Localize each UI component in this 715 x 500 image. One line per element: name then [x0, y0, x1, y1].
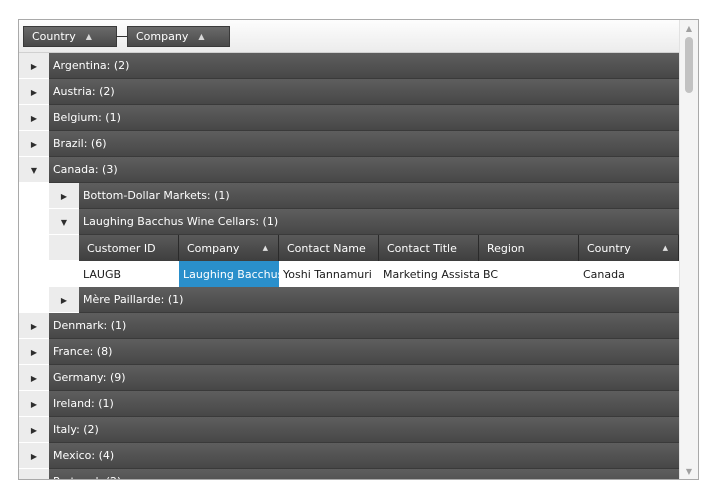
- group-row: ▶ Italy: (2): [19, 417, 680, 443]
- expand-toggle-collapsed-icon[interactable]: ▶: [19, 469, 49, 480]
- group-row: ▶ Denmark: (1): [19, 313, 680, 339]
- group-header-argentina[interactable]: Argentina: (2): [49, 53, 680, 79]
- cell-contact-title[interactable]: Marketing Assistant: [379, 261, 479, 287]
- group-row: ▶ Mère Paillarde: (1): [19, 287, 680, 313]
- group-header-bottom-dollar-markets[interactable]: Bottom-Dollar Markets: (1): [79, 183, 680, 209]
- row-indent-gutter: [19, 209, 49, 235]
- expand-toggle-expanded-icon[interactable]: ▼: [49, 209, 79, 235]
- expand-toggle-expanded-icon[interactable]: ▼: [19, 157, 49, 183]
- table-row[interactable]: LAUGBLaughing Bacchus Wine CellarsYoshi …: [19, 261, 680, 287]
- sort-ascending-icon: ▲: [262, 244, 268, 252]
- expand-toggle-collapsed-icon[interactable]: ▶: [19, 417, 49, 443]
- group-header-brazil[interactable]: Brazil: (6): [49, 131, 680, 157]
- column-header-company[interactable]: Company ▲: [179, 235, 279, 261]
- column-header-country[interactable]: Country ▲: [579, 235, 679, 261]
- group-header-portugal[interactable]: Portugal: (2): [49, 469, 680, 479]
- expand-toggle-collapsed-icon[interactable]: ▶: [19, 339, 49, 365]
- cell-country[interactable]: Canada: [579, 261, 679, 287]
- group-row: ▶ Bottom-Dollar Markets: (1): [19, 183, 680, 209]
- expand-toggle-collapsed-icon[interactable]: ▶: [19, 53, 49, 79]
- row-indent-gutter: [19, 235, 49, 261]
- group-row: ▶ Mexico: (4): [19, 443, 680, 469]
- expand-toggle-collapsed-icon[interactable]: ▶: [19, 313, 49, 339]
- column-header-label: Contact Title: [387, 241, 457, 255]
- cell-contact-name[interactable]: Yoshi Tannamuri: [279, 261, 379, 287]
- group-row: ▶ Germany: (9): [19, 365, 680, 391]
- expand-toggle-collapsed-icon[interactable]: ▶: [19, 131, 49, 157]
- scroll-up-icon[interactable]: ▲: [680, 20, 698, 36]
- sort-ascending-icon: ▲: [85, 32, 92, 41]
- group-header-denmark[interactable]: Denmark: (1): [49, 313, 680, 339]
- cell-region[interactable]: BC: [479, 261, 579, 287]
- group-row: ▶ Austria: (2): [19, 79, 680, 105]
- group-header-belgium[interactable]: Belgium: (1): [49, 105, 680, 131]
- cell-customer-id[interactable]: LAUGB: [79, 261, 179, 287]
- column-header-contact-title[interactable]: Contact Title: [379, 235, 479, 261]
- row-indent-gutter: [49, 235, 79, 261]
- scroll-down-icon[interactable]: ▼: [680, 463, 698, 479]
- group-header-ireland[interactable]: Ireland: (1): [49, 391, 680, 417]
- group-row: ▼ Laughing Bacchus Wine Cellars: (1): [19, 209, 680, 235]
- expand-toggle-collapsed-icon[interactable]: ▶: [19, 105, 49, 131]
- expand-toggle-collapsed-icon[interactable]: ▶: [19, 443, 49, 469]
- column-header-label: Region: [487, 241, 525, 255]
- group-header-m-re-paillarde[interactable]: Mère Paillarde: (1): [79, 287, 680, 313]
- expand-toggle-collapsed-icon[interactable]: ▶: [19, 391, 49, 417]
- inner-grid-header: Customer ID Company ▲ Contact Name Contact T…: [19, 235, 680, 261]
- column-header-label: Company: [187, 241, 240, 255]
- column-header-label: Country: [587, 241, 631, 255]
- vertical-scrollbar[interactable]: ▲ ▼: [679, 20, 698, 479]
- column-header-bar: Customer ID Company ▲ Contact Name Contact T…: [79, 235, 680, 261]
- group-chip-company[interactable]: Company ▲: [127, 26, 230, 47]
- expand-toggle-collapsed-icon[interactable]: ▶: [19, 79, 49, 105]
- group-header-mexico[interactable]: Mexico: (4): [49, 443, 680, 469]
- sort-ascending-icon: ▲: [198, 32, 205, 41]
- group-header-austria[interactable]: Austria: (2): [49, 79, 680, 105]
- expand-toggle-collapsed-icon[interactable]: ▶: [49, 183, 79, 209]
- group-header-canada[interactable]: Canada: (3): [49, 157, 680, 183]
- row-indent-gutter: [19, 287, 49, 313]
- group-row: ▼ Canada: (3): [19, 157, 680, 183]
- cell-company[interactable]: Laughing Bacchus Wine Cellars: [179, 261, 279, 287]
- column-header-label: Contact Name: [287, 241, 366, 255]
- column-header-contact-name[interactable]: Contact Name: [279, 235, 379, 261]
- expand-toggle-collapsed-icon[interactable]: ▶: [49, 287, 79, 313]
- sort-ascending-icon: ▲: [662, 244, 668, 252]
- group-row: ▶ Argentina: (2): [19, 53, 680, 79]
- column-header-label: Customer ID: [87, 241, 156, 255]
- column-header-customer-id[interactable]: Customer ID: [79, 235, 179, 261]
- group-row: ▶ Belgium: (1): [19, 105, 680, 131]
- scrollbar-thumb[interactable]: [685, 37, 693, 93]
- group-header-germany[interactable]: Germany: (9): [49, 365, 680, 391]
- group-row: ▶Portugal: (2): [19, 469, 680, 480]
- group-row: ▶ France: (8): [19, 339, 680, 365]
- group-row: ▶ Ireland: (1): [19, 391, 680, 417]
- group-panel: Country ▲ Company ▲: [19, 20, 680, 53]
- column-header-region[interactable]: Region: [479, 235, 579, 261]
- group-chip-company-label: Company: [136, 30, 189, 43]
- group-header-italy[interactable]: Italy: (2): [49, 417, 680, 443]
- group-row: ▶ Brazil: (6): [19, 131, 680, 157]
- group-chip-country[interactable]: Country ▲: [23, 26, 117, 47]
- grouped-data-grid: Country ▲ Company ▲ ▶ Argentina: (2) ▶ Aust…: [18, 19, 699, 480]
- row-indent-gutter: [19, 183, 49, 209]
- group-chip-country-label: Country: [32, 30, 76, 43]
- group-header-laughing-bacchus-wine-cellars[interactable]: Laughing Bacchus Wine Cellars: (1): [79, 209, 680, 235]
- group-chip-connector: [116, 36, 127, 37]
- group-header-france[interactable]: France: (8): [49, 339, 680, 365]
- expand-toggle-collapsed-icon[interactable]: ▶: [19, 365, 49, 391]
